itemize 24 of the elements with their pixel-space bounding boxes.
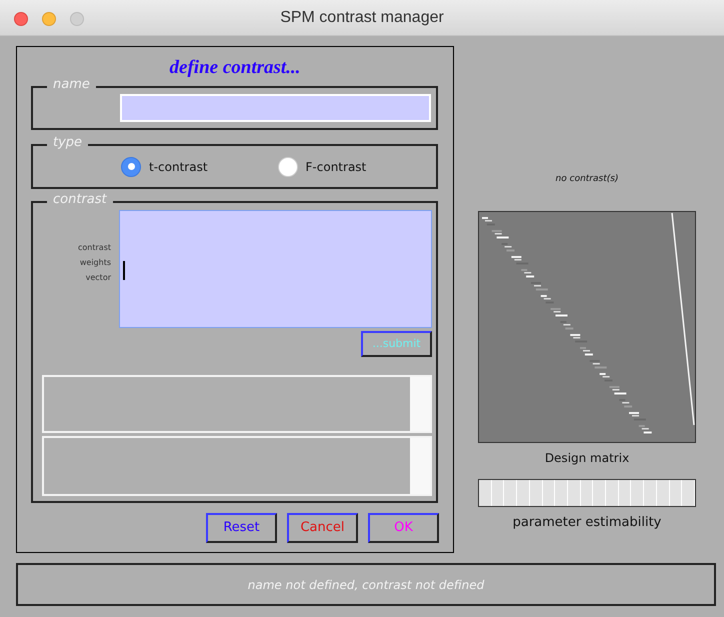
status-text: name not defined, contrast not defined: [248, 576, 484, 594]
zoom-button[interactable]: [70, 12, 84, 26]
contrast-caption: no contrast(s): [556, 173, 618, 186]
radio-option[interactable]: F-contrast: [278, 156, 366, 176]
panel-heading: define contrast...: [170, 56, 300, 80]
dialog-button[interactable]: Reset: [206, 513, 277, 543]
radio-button[interactable]: [278, 156, 298, 176]
field-label: contrast: [78, 242, 111, 254]
weights-input-field[interactable]: [119, 210, 432, 328]
close-button[interactable]: [14, 12, 28, 26]
design-matrix-label: Design matrix: [544, 450, 630, 466]
minimize-button[interactable]: [42, 12, 56, 26]
dialog-button[interactable]: Cancel: [287, 513, 358, 543]
scrollbar[interactable]: [410, 438, 430, 494]
radio-button[interactable]: [121, 156, 141, 176]
radio-option[interactable]: t-contrast: [121, 156, 208, 176]
field-label: vector: [86, 272, 111, 284]
text-cursor: [123, 261, 125, 280]
field-label: weights: [80, 257, 111, 269]
window-title: SPM contrast manager: [280, 8, 444, 28]
scrollbar[interactable]: [410, 377, 430, 431]
estimability-label: parameter estimability: [512, 514, 662, 532]
group-label: type: [47, 135, 88, 151]
name-input-field[interactable]: [120, 94, 431, 122]
